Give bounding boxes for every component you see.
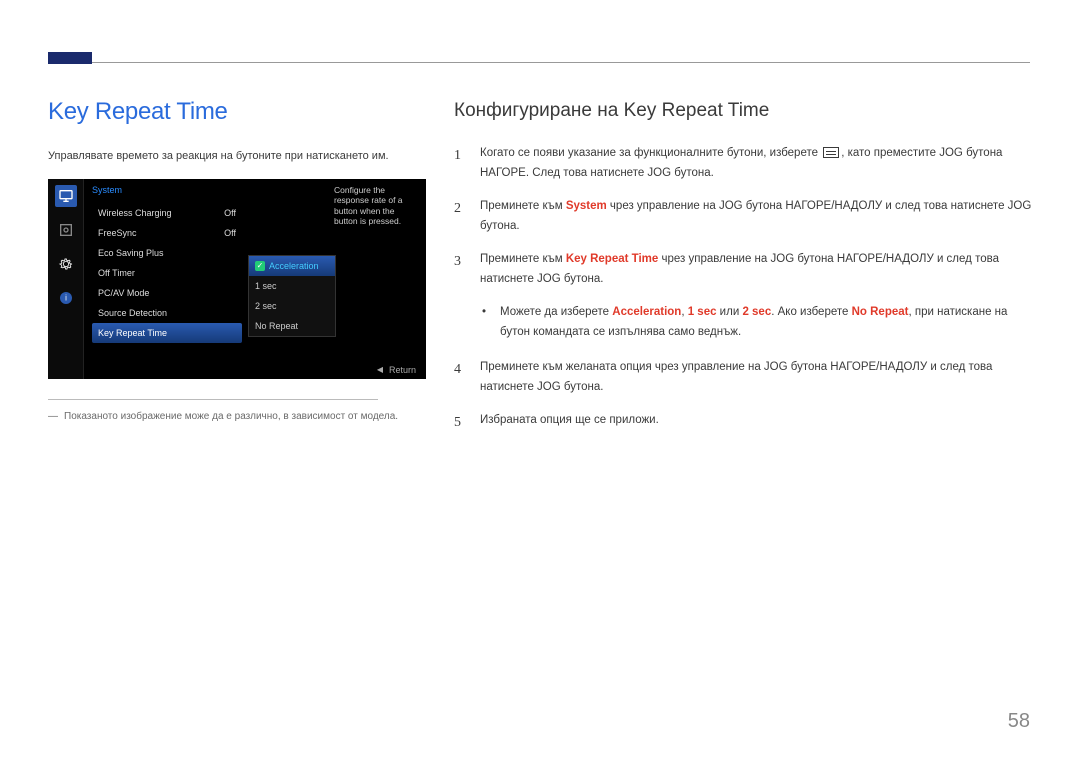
osd-option-selected: ✓Acceleration	[249, 256, 335, 276]
osd-screenshot: i System Wireless ChargingOff FreeSyncOf…	[48, 179, 426, 379]
page-number: 58	[1008, 710, 1030, 733]
osd-tooltip: Configure the response rate of a button …	[334, 185, 420, 228]
footnote: ―Показаното изображение може да е различ…	[48, 410, 430, 424]
osd-row: Source Detection	[92, 303, 242, 323]
osd-row: Wireless ChargingOff	[92, 203, 242, 223]
step-5: 5 Избраната опция ще се приложи.	[454, 411, 1039, 435]
osd-menu-list: Wireless ChargingOff FreeSyncOff Eco Sav…	[92, 203, 242, 343]
osd-row: Off Timer	[92, 263, 242, 283]
bullet-dot: •	[482, 303, 490, 342]
back-arrow-icon: ◀	[377, 365, 383, 374]
osd-option: 1 sec	[249, 276, 335, 296]
check-icon: ✓	[255, 261, 265, 271]
left-column: Key Repeat Time Управлявате времето за р…	[48, 98, 430, 424]
osd-row: PC/AV Mode	[92, 283, 242, 303]
step-3: 3 Преминете към Key Repeat Time чрез упр…	[454, 250, 1039, 289]
header-rule	[48, 62, 1030, 63]
highlight-system: System	[566, 200, 607, 212]
step-number: 4	[454, 358, 466, 397]
highlight-keyrepeat: Key Repeat Time	[566, 253, 658, 265]
page-description: Управлявате времето за реакция на бутони…	[48, 148, 430, 165]
osd-options-popup: ✓Acceleration 1 sec 2 sec No Repeat	[248, 255, 336, 337]
osd-sidebar: i	[48, 179, 84, 379]
footnote-divider	[48, 399, 378, 400]
section-title: Конфигуриране на Key Repeat Time	[454, 100, 1039, 122]
menu-icon	[823, 147, 839, 158]
osd-option: No Repeat	[249, 316, 335, 336]
step-number: 1	[454, 144, 466, 183]
svg-text:i: i	[65, 293, 67, 302]
osd-footer: ◀ Return	[377, 365, 416, 375]
info-icon: i	[55, 287, 77, 309]
step-2: 2 Преминете към System чрез управление н…	[454, 197, 1039, 236]
header-accent-block	[48, 52, 92, 64]
osd-footer-label: Return	[389, 365, 416, 375]
page-title: Key Repeat Time	[48, 98, 430, 126]
step-number: 5	[454, 411, 466, 435]
options-bullet: • Можете да изберете Acceleration, 1 sec…	[482, 303, 1039, 342]
osd-section-header: System	[92, 185, 122, 195]
osd-row-selected: Key Repeat Time	[92, 323, 242, 343]
osd-row: FreeSyncOff	[92, 223, 242, 243]
step-1: 1 Когато се появи указание за функционал…	[454, 144, 1039, 183]
monitor-icon	[55, 185, 77, 207]
right-column: Конфигуриране на Key Repeat Time 1 Когат…	[454, 100, 1039, 449]
osd-row: Eco Saving Plus	[92, 243, 242, 263]
gear-icon	[55, 253, 77, 275]
picture-icon	[55, 219, 77, 241]
step-number: 3	[454, 250, 466, 289]
step-4: 4 Преминете към желаната опция чрез упра…	[454, 358, 1039, 397]
osd-option: 2 sec	[249, 296, 335, 316]
step-number: 2	[454, 197, 466, 236]
